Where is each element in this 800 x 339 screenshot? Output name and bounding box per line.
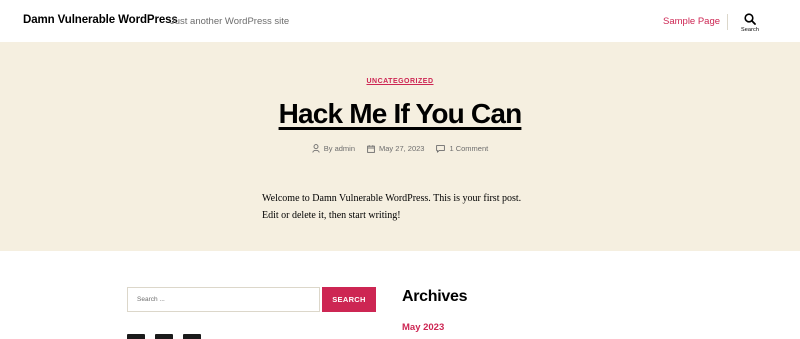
archive-link[interactable]: May 2023	[402, 322, 444, 333]
site-header: Damn Vulnerable WordPress Just another W…	[0, 0, 800, 42]
post-title: Hack Me If You Can	[0, 98, 800, 130]
search-submit-button[interactable]: SEARCH	[322, 287, 376, 312]
widget-heading-cut-off	[127, 334, 201, 339]
post-category: UNCATEGORIZED	[0, 78, 800, 85]
post-comments: 1 Comment	[436, 144, 488, 153]
post-date: May 27, 2023	[367, 144, 424, 153]
comment-icon	[436, 144, 446, 153]
search-toggle-label: Search	[740, 27, 760, 33]
search-toggle-button[interactable]: Search	[738, 13, 762, 39]
site-title[interactable]: Damn Vulnerable WordPress	[23, 14, 178, 26]
search-input[interactable]: Search ...	[127, 287, 320, 312]
calendar-icon	[367, 144, 375, 153]
post-meta: By admin May 27, 2023 1 Comment	[0, 144, 800, 153]
nav-link-sample-page[interactable]: Sample Page	[663, 16, 720, 27]
site-description: Just another WordPress site	[170, 16, 290, 27]
post-date-link[interactable]: May 27, 2023	[379, 144, 424, 153]
post-content: Welcome to Damn Vulnerable WordPress. Th…	[262, 193, 522, 221]
post-author: By admin	[312, 144, 355, 153]
search-icon	[738, 13, 762, 25]
post-title-link[interactable]: Hack Me If You Can	[279, 98, 523, 129]
category-link[interactable]: UNCATEGORIZED	[366, 78, 433, 85]
header-divider	[727, 14, 728, 30]
entry-header: UNCATEGORIZED Hack Me If You Can By admi…	[0, 42, 800, 251]
post-author-link[interactable]: By admin	[324, 144, 355, 153]
user-icon	[312, 144, 320, 153]
post-comments-link[interactable]: 1 Comment	[449, 144, 488, 153]
archives-widget-title: Archives	[402, 288, 468, 305]
